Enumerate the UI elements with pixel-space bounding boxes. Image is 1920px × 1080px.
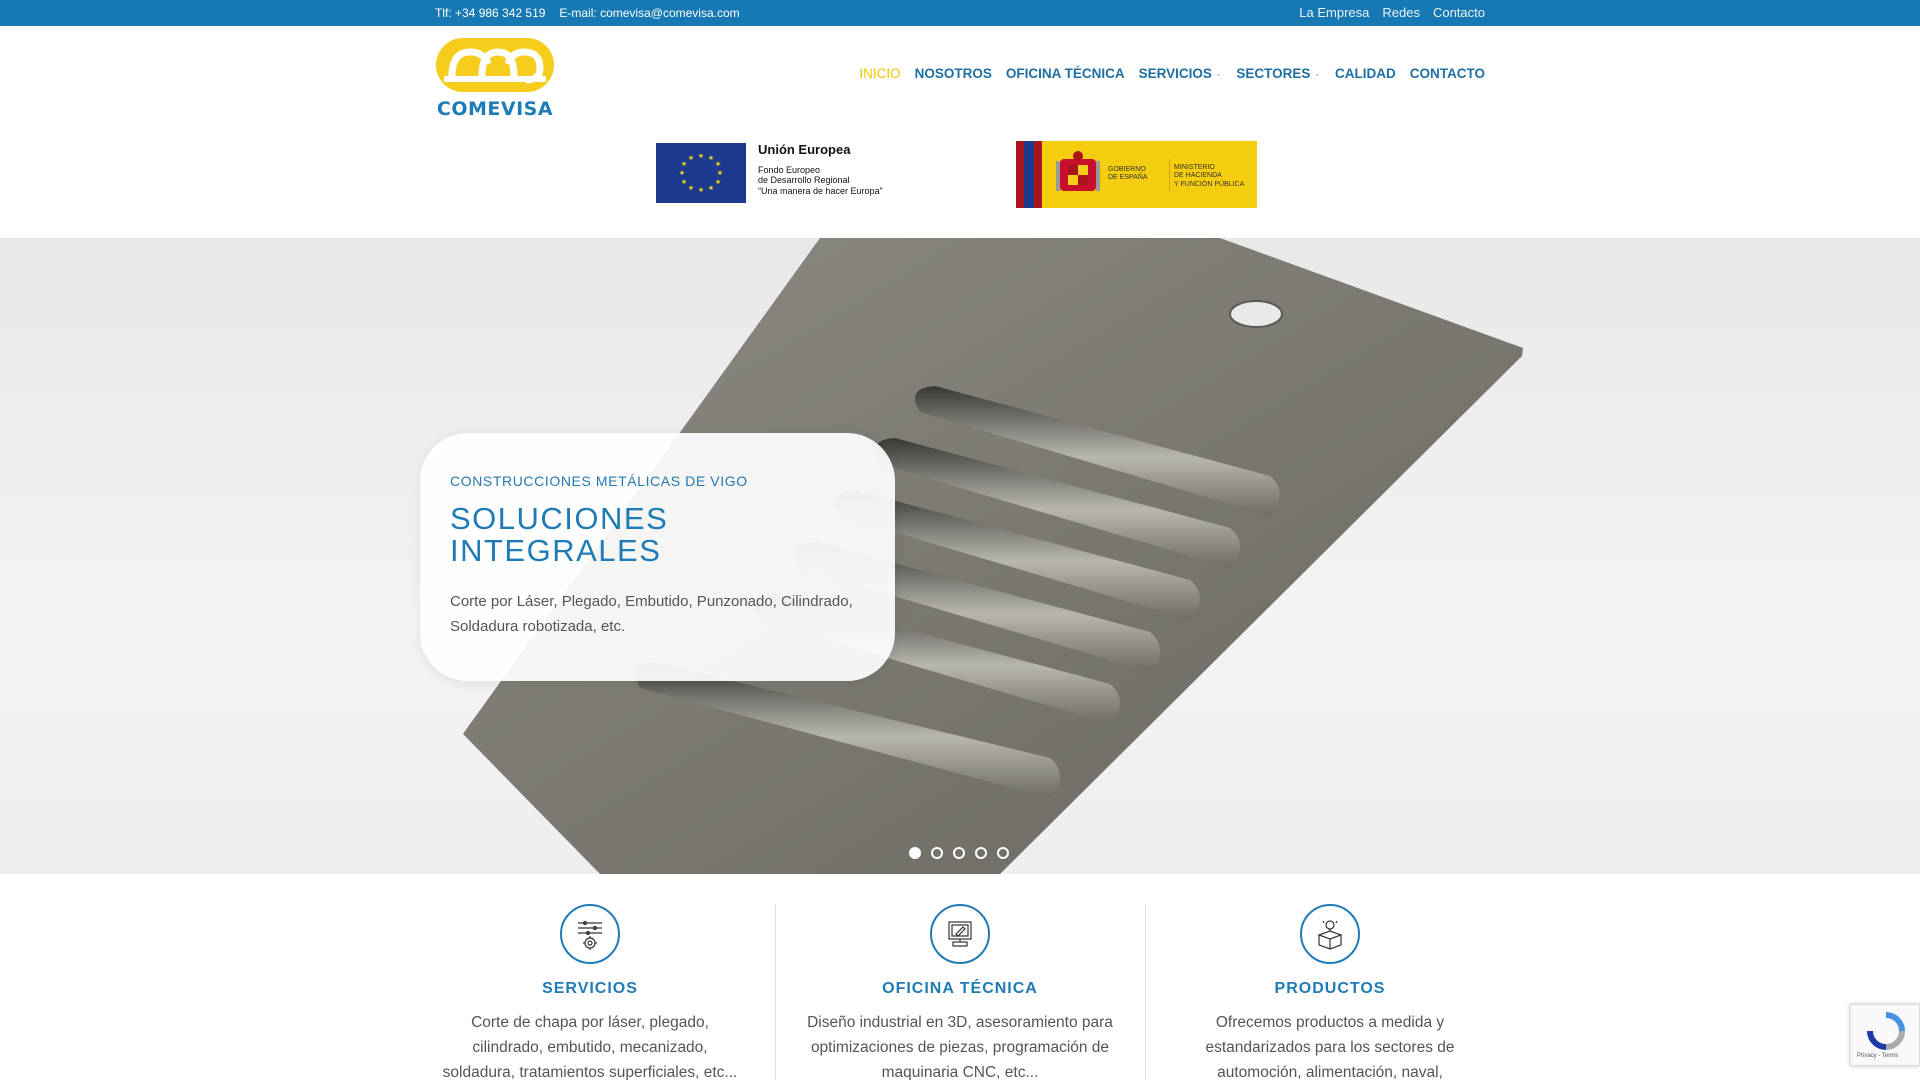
logo-text: COMEVISA [436, 98, 554, 120]
svg-text:★: ★ [708, 184, 714, 192]
coat-of-arms-icon [1056, 151, 1100, 191]
nav-item-nosotros[interactable]: NOSOTROS [915, 66, 992, 81]
feature-line: optimizaciones de piezas, programación d… [810, 1039, 1110, 1056]
eu-funding-logo: ★ ★ ★ ★ ★ ★ ★ ★ ★ ★ ★ ★ Unión Europea Fondo Euro… [656, 142, 883, 203]
hero-desc-line: Soldadura robotizada, etc. [450, 618, 626, 635]
slider-dot-3[interactable] [953, 847, 965, 859]
top-links: La Empresa Redes Contacto [1299, 5, 1485, 20]
svg-text:★: ★ [708, 154, 714, 162]
email-address[interactable]: E-mail: comevisa@comevisa.com [559, 6, 739, 20]
nav-item-contacto[interactable]: CONTACTO [1410, 66, 1485, 81]
feature-line: cilindrado, embutido, mecanizado, [472, 1039, 708, 1056]
slider-dot-1[interactable] [909, 847, 921, 859]
nav-label: CONTACTO [1409, 66, 1485, 81]
slider-dots [909, 847, 1009, 859]
svg-text:★: ★ [688, 154, 694, 162]
eu-line: de Desarrollo Regional [758, 175, 850, 186]
svg-text:★: ★ [715, 160, 721, 168]
nav-label: INICIO [859, 66, 901, 81]
slider-dot-4[interactable] [975, 847, 987, 859]
svg-text:★: ★ [698, 186, 704, 194]
comevisa-logo[interactable]: COMEVISA [434, 34, 556, 120]
nav-item-oficina-tecnica[interactable]: OFICINA TÉCNICA [1006, 66, 1125, 81]
min-line: Y FUNCIÓN PÚBLICA [1174, 180, 1245, 188]
feature-line: maquinaria CNC, etc... [881, 1064, 1039, 1080]
feature-line: Ofrecemos productos a medida y [1215, 1014, 1445, 1031]
computer-design-icon [930, 904, 990, 964]
feature-oficina-tecnica[interactable]: OFICINA TÉCNICA Diseño industrial en 3D,… [775, 904, 1145, 1080]
feature-text: Diseño industrial en 3D, asesoramiento p… [775, 1010, 1145, 1080]
top-link-la-empresa[interactable]: La Empresa [1299, 5, 1369, 20]
eu-line: “Una manera de hacer Europa” [758, 185, 883, 196]
nav-item-calidad[interactable]: CALIDAD [1335, 66, 1396, 81]
eu-line: Fondo Europeo [758, 164, 821, 175]
slider-dot-2[interactable] [931, 847, 943, 859]
nav-label: SERVICIOS [1138, 66, 1212, 81]
metal-plate-image [463, 238, 1523, 874]
nav-label: SECTORES [1236, 66, 1311, 81]
main-nav: INICIO NOSOTROS OFICINA TÉCNICA SERVICIO… [859, 66, 1485, 81]
nav-item-inicio[interactable]: INICIO [859, 66, 900, 81]
divider [1169, 159, 1170, 191]
feature-line: estandarizados para los sectores de [1205, 1039, 1455, 1056]
slider-dot-5[interactable] [997, 847, 1009, 859]
svg-text:★: ★ [681, 178, 687, 186]
site-header: COMEVISA INICIO NOSOTROS OFICINA TÉCNICA… [0, 26, 1920, 236]
feature-productos[interactable]: PRODUCTOS Ofrecemos productos a medida y… [1145, 904, 1515, 1080]
hero-slider[interactable]: CONSTRUCCIONES METÁLICAS DE VIGO SOLUCIO… [0, 238, 1920, 874]
hero-title-line: SOLUCIONES [450, 501, 669, 536]
feature-line: soldadura, tratamientos superficiales, e… [442, 1064, 738, 1080]
chevron-down-icon: ⌄ [1214, 68, 1223, 78]
svg-text:★: ★ [679, 169, 685, 177]
feature-title: OFICINA TÉCNICA [882, 980, 1038, 997]
feature-line: Diseño industrial en 3D, asesoramiento p… [807, 1014, 1113, 1031]
feature-text: Corte de chapa por láser, plegado, cilin… [405, 1010, 775, 1080]
gov-line: DE ESPAÑA [1108, 174, 1148, 182]
hero-description: Corte por Láser, Plegado, Embutido, Punz… [450, 589, 865, 639]
nav-label: CALIDAD [1335, 66, 1396, 81]
contact-info: Tlf: +34 986 342 519 E-mail: comevisa@co… [435, 6, 740, 20]
min-line: DE HACIENDA [1174, 172, 1222, 180]
svg-text:★: ★ [688, 184, 694, 192]
nav-label: NOSOTROS [914, 66, 992, 81]
svg-text:★: ★ [717, 169, 723, 177]
feature-servicios[interactable]: SERVICIOS Corte de chapa por láser, pleg… [405, 904, 775, 1080]
ministerio-text: MINISTERIO DE HACIENDA Y FUNCIÓN PÚBLICA [1174, 164, 1244, 189]
top-bar: Tlf: +34 986 342 519 E-mail: comevisa@co… [0, 0, 1920, 26]
gobierno-text: GOBIERNO DE ESPAÑA [1108, 166, 1148, 183]
eu-funding-text: Unión Europea Fondo Europeo de Desarroll… [758, 142, 883, 196]
nav-item-servicios[interactable]: SERVICIOS ⌄ [1139, 66, 1223, 81]
eu-title: Unión Europea [758, 142, 851, 157]
recaptcha-badge[interactable]: Privacy - Terms [1850, 1004, 1920, 1066]
hero-desc-line: Corte por Láser, Plegado, Embutido, Punz… [450, 593, 853, 610]
feature-line: automoción, alimentación, naval, [1217, 1064, 1443, 1080]
svg-text:★: ★ [698, 152, 704, 160]
svg-text:★: ★ [715, 178, 721, 186]
top-link-redes[interactable]: Redes [1382, 5, 1420, 20]
svg-text:★: ★ [681, 160, 687, 168]
min-line: MINISTERIO [1174, 164, 1215, 171]
product-box-icon [1300, 904, 1360, 964]
recaptcha-text: Privacy - Terms [1857, 1053, 1899, 1059]
feature-text: Ofrecemos productos a medida y estandari… [1145, 1010, 1515, 1080]
chevron-down-icon: ⌄ [1313, 68, 1321, 78]
feature-title: SERVICIOS [542, 980, 638, 997]
recaptcha-icon [1867, 1012, 1905, 1050]
nav-item-sectores[interactable]: SECTORES ⌄ [1236, 66, 1321, 81]
logo-mark-icon [436, 38, 554, 92]
feature-title: PRODUCTOS [1274, 980, 1386, 997]
hero-caption-card: CONSTRUCCIONES METÁLICAS DE VIGO SOLUCIO… [420, 433, 895, 681]
features-section: SERVICIOS Corte de chapa por láser, pleg… [0, 874, 1920, 1080]
feature-line: Corte de chapa por láser, plegado, [471, 1014, 709, 1031]
hero-title: SOLUCIONES INTEGRALES [450, 503, 865, 567]
nav-label: OFICINA TÉCNICA [1005, 66, 1125, 81]
flag-strip-blue [1024, 141, 1034, 208]
gear-settings-icon [560, 904, 620, 964]
phone-number[interactable]: Tlf: +34 986 342 519 [435, 6, 545, 20]
top-link-contacto[interactable]: Contacto [1433, 5, 1485, 20]
hero-title-line: INTEGRALES [450, 533, 662, 568]
hero-kicker: CONSTRUCCIONES METÁLICAS DE VIGO [450, 473, 748, 489]
eu-flag-icon: ★ ★ ★ ★ ★ ★ ★ ★ ★ ★ ★ ★ [656, 143, 746, 203]
spain-government-logo: GOBIERNO DE ESPAÑA MINISTERIO DE HACIEND… [1016, 141, 1257, 208]
